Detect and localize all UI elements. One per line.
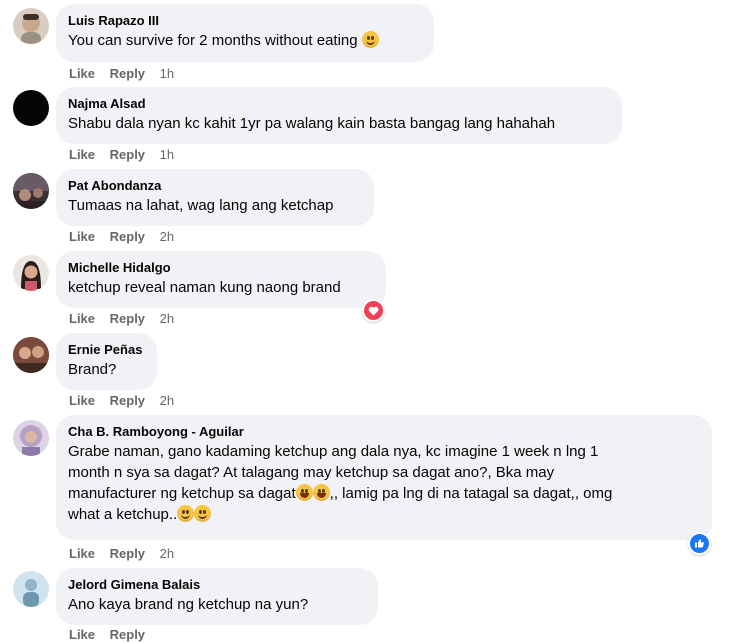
comment-author[interactable]: Pat Abondanza: [68, 177, 362, 194]
comment-actions: Like Reply 1h: [69, 147, 174, 163]
comment-text: You can survive for 2 months without eat…: [68, 30, 422, 51]
comment-actions: Like Reply 2h: [69, 546, 174, 562]
like-button[interactable]: Like: [69, 546, 95, 562]
comment-actions: Like Reply 2h: [69, 229, 174, 245]
comment-timestamp[interactable]: 1h: [160, 147, 174, 163]
reply-button[interactable]: Reply: [110, 393, 145, 409]
comment-text-line: manufacturer ng ketchup sa dagat: [68, 485, 296, 502]
avatar[interactable]: [13, 255, 49, 291]
like-button[interactable]: Like: [69, 627, 95, 643]
comment-actions: Like Reply 1h: [69, 66, 174, 82]
smile-emoji-icon: [177, 505, 195, 522]
reply-button[interactable]: Reply: [110, 627, 145, 643]
heart-reaction-icon[interactable]: [362, 299, 385, 322]
reply-button[interactable]: Reply: [110, 311, 145, 327]
slight-smile-emoji-icon: [361, 31, 379, 48]
comment-bubble: Jelord Gimena Balais Ano kaya brand ng k…: [56, 568, 378, 625]
comment-text: ketchup reveal naman kung naong brand: [68, 279, 341, 296]
comment-bubble: Michelle Hidalgo ketchup reveal naman ku…: [56, 251, 386, 308]
comment-author[interactable]: Luis Rapazo III: [68, 12, 422, 29]
comment-actions: Like Reply: [69, 627, 160, 643]
comment-timestamp[interactable]: 2h: [160, 546, 174, 562]
reply-button[interactable]: Reply: [110, 229, 145, 245]
comment-timestamp[interactable]: 2h: [160, 229, 174, 245]
comment-text: Tumaas na lahat, wag lang ang ketchap: [68, 197, 334, 214]
reply-button[interactable]: Reply: [110, 546, 145, 562]
avatar[interactable]: [13, 90, 49, 126]
avatar[interactable]: [13, 571, 49, 607]
comment-author[interactable]: Cha B. Ramboyong - Aguilar: [68, 423, 700, 440]
comment-bubble: Luis Rapazo III You can survive for 2 mo…: [56, 4, 434, 62]
comment-author[interactable]: Michelle Hidalgo: [68, 259, 374, 276]
comment-timestamp[interactable]: 2h: [160, 393, 174, 409]
avatar[interactable]: [13, 420, 49, 456]
comment-text: Ano kaya brand ng ketchup na yun?: [68, 596, 309, 613]
comment-bubble: Najma Alsad Shabu dala nyan kc kahit 1yr…: [56, 87, 622, 144]
laughing-emoji-icon: [312, 484, 330, 501]
comment-bubble: Pat Abondanza Tumaas na lahat, wag lang …: [56, 169, 374, 226]
like-button[interactable]: Like: [69, 311, 95, 327]
comment-timestamp[interactable]: 2h: [160, 311, 174, 327]
comment-text-line: ,, lamig pa lng di na tatagal sa dagat,,…: [329, 485, 613, 502]
reply-button[interactable]: Reply: [110, 147, 145, 163]
comment-text: Grabe naman, gano kadaming ketchup ang d…: [68, 441, 700, 525]
comment-bubble: Cha B. Ramboyong - Aguilar Grabe naman, …: [56, 415, 712, 540]
comment-actions: Like Reply 2h: [69, 393, 174, 409]
comment-author[interactable]: Ernie Peñas: [68, 341, 145, 358]
reply-button[interactable]: Reply: [110, 66, 145, 82]
comment-text-content: You can survive for 2 months without eat…: [68, 32, 358, 49]
comment-text-line: Grabe naman, gano kadaming ketchup ang d…: [68, 443, 599, 460]
comment-author[interactable]: Jelord Gimena Balais: [68, 576, 366, 593]
comment-bubble: Ernie Peñas Brand?: [56, 333, 157, 390]
comment-text-line: month n sya sa dagat? At talagang may ke…: [68, 464, 555, 481]
comment-author[interactable]: Najma Alsad: [68, 95, 610, 112]
smile-emoji-icon: [194, 505, 212, 522]
avatar[interactable]: [13, 173, 49, 209]
avatar[interactable]: [13, 337, 49, 373]
comment-text-line: what a ketchup..: [68, 506, 178, 523]
avatar[interactable]: [13, 8, 49, 44]
like-button[interactable]: Like: [69, 229, 95, 245]
comment-actions: Like Reply 2h: [69, 311, 174, 327]
like-button[interactable]: Like: [69, 393, 95, 409]
laughing-emoji-icon: [295, 484, 313, 501]
like-button[interactable]: Like: [69, 147, 95, 163]
comment-text: Shabu dala nyan kc kahit 1yr pa walang k…: [68, 115, 556, 132]
comment-timestamp[interactable]: 1h: [160, 66, 174, 82]
like-reaction-icon[interactable]: [688, 532, 711, 555]
like-button[interactable]: Like: [69, 66, 95, 82]
comment-text: Brand?: [68, 361, 117, 378]
